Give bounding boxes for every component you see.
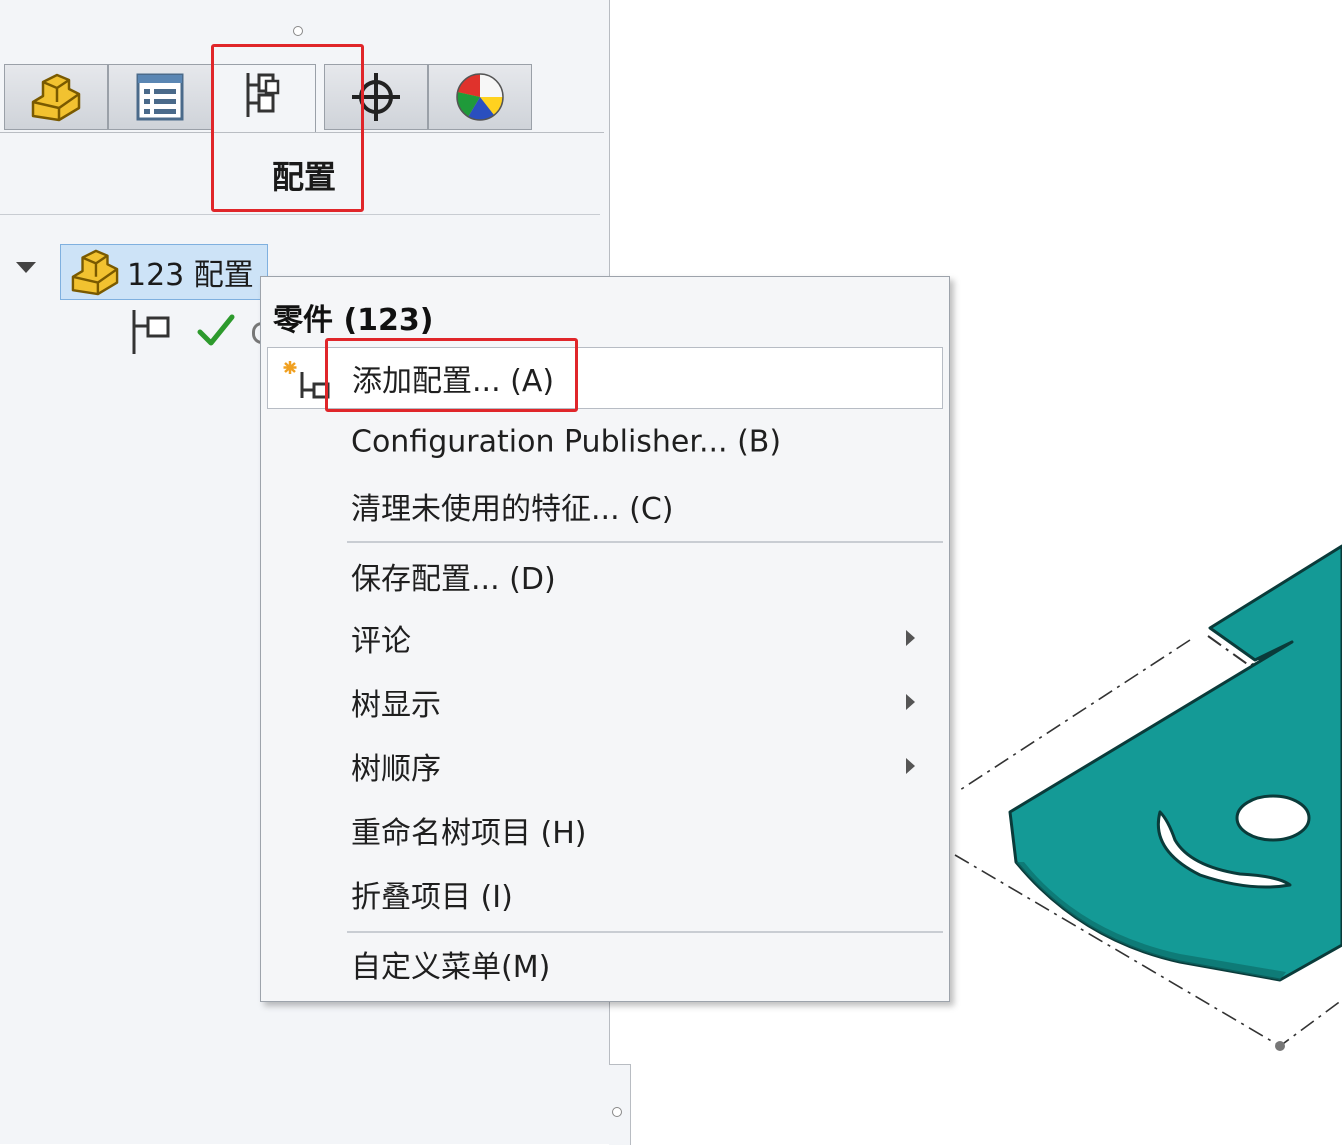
- propertymanager-tab[interactable]: [108, 64, 212, 130]
- menu-item-label: 自定义菜单(M): [351, 950, 551, 985]
- green-check-icon: [197, 314, 235, 346]
- menu-item-label: 折叠项目 (I): [351, 880, 513, 915]
- configuration-icon[interactable]: [128, 306, 176, 358]
- property-list-icon: [136, 73, 184, 121]
- tree-root-label: 123 配置: [127, 258, 254, 293]
- part-icon: [31, 73, 81, 122]
- menu-item-label: 重命名树项目 (H): [351, 816, 587, 851]
- menu-item-label: 保存配置... (D): [351, 562, 556, 597]
- menu-item-clean-unused-features[interactable]: 清理未使用的特征... (C): [267, 475, 943, 537]
- add-configuration-highlight: [325, 338, 578, 412]
- submenu-arrow-icon: [906, 758, 915, 774]
- appearance-sphere-icon: [456, 73, 504, 121]
- menu-header: 零件 (123): [273, 303, 434, 338]
- panel-resize-handle-bottom[interactable]: [612, 1107, 622, 1117]
- menu-item-collapse-items[interactable]: 折叠项目 (I): [267, 863, 943, 925]
- submenu-arrow-icon: [906, 694, 915, 710]
- submenu-arrow-icon: [906, 630, 915, 646]
- menu-item-label: 清理未使用的特征... (C): [351, 492, 674, 527]
- menu-item-label: 树顺序: [351, 752, 441, 787]
- menu-separator: [347, 541, 943, 543]
- viewport-sheet-metal-part: [954, 544, 1342, 1051]
- menu-item-label: 评论: [351, 624, 411, 659]
- menu-item-tree-order[interactable]: 树顺序: [267, 735, 943, 797]
- tree-root-configuration[interactable]: 123 配置: [60, 244, 268, 300]
- menu-item-comment[interactable]: 评论: [267, 607, 943, 669]
- tree-collapse-toggle[interactable]: [16, 262, 36, 273]
- part-icon: [71, 249, 119, 296]
- panel-resize-handle[interactable]: [293, 26, 303, 36]
- menu-item-label: Configuration Publisher... (B): [351, 424, 782, 460]
- menu-item-rename-tree-item[interactable]: 重命名树项目 (H): [267, 799, 943, 861]
- configuration-tab-highlight: [211, 44, 364, 212]
- panel-footer-strip: [609, 1064, 631, 1145]
- panel-divider: [0, 214, 600, 215]
- displaymanager-tab[interactable]: [428, 64, 532, 130]
- menu-item-tree-display[interactable]: 树显示: [267, 671, 943, 733]
- menu-item-label: 树显示: [351, 688, 441, 723]
- menu-item-save-configuration[interactable]: 保存配置... (D): [267, 545, 943, 607]
- menu-item-configuration-publisher[interactable]: Configuration Publisher... (B): [267, 411, 943, 473]
- menu-item-customize-menu[interactable]: 自定义菜单(M): [267, 933, 943, 995]
- featuremanager-tab[interactable]: [4, 64, 108, 130]
- add-configuration-icon: [283, 361, 330, 399]
